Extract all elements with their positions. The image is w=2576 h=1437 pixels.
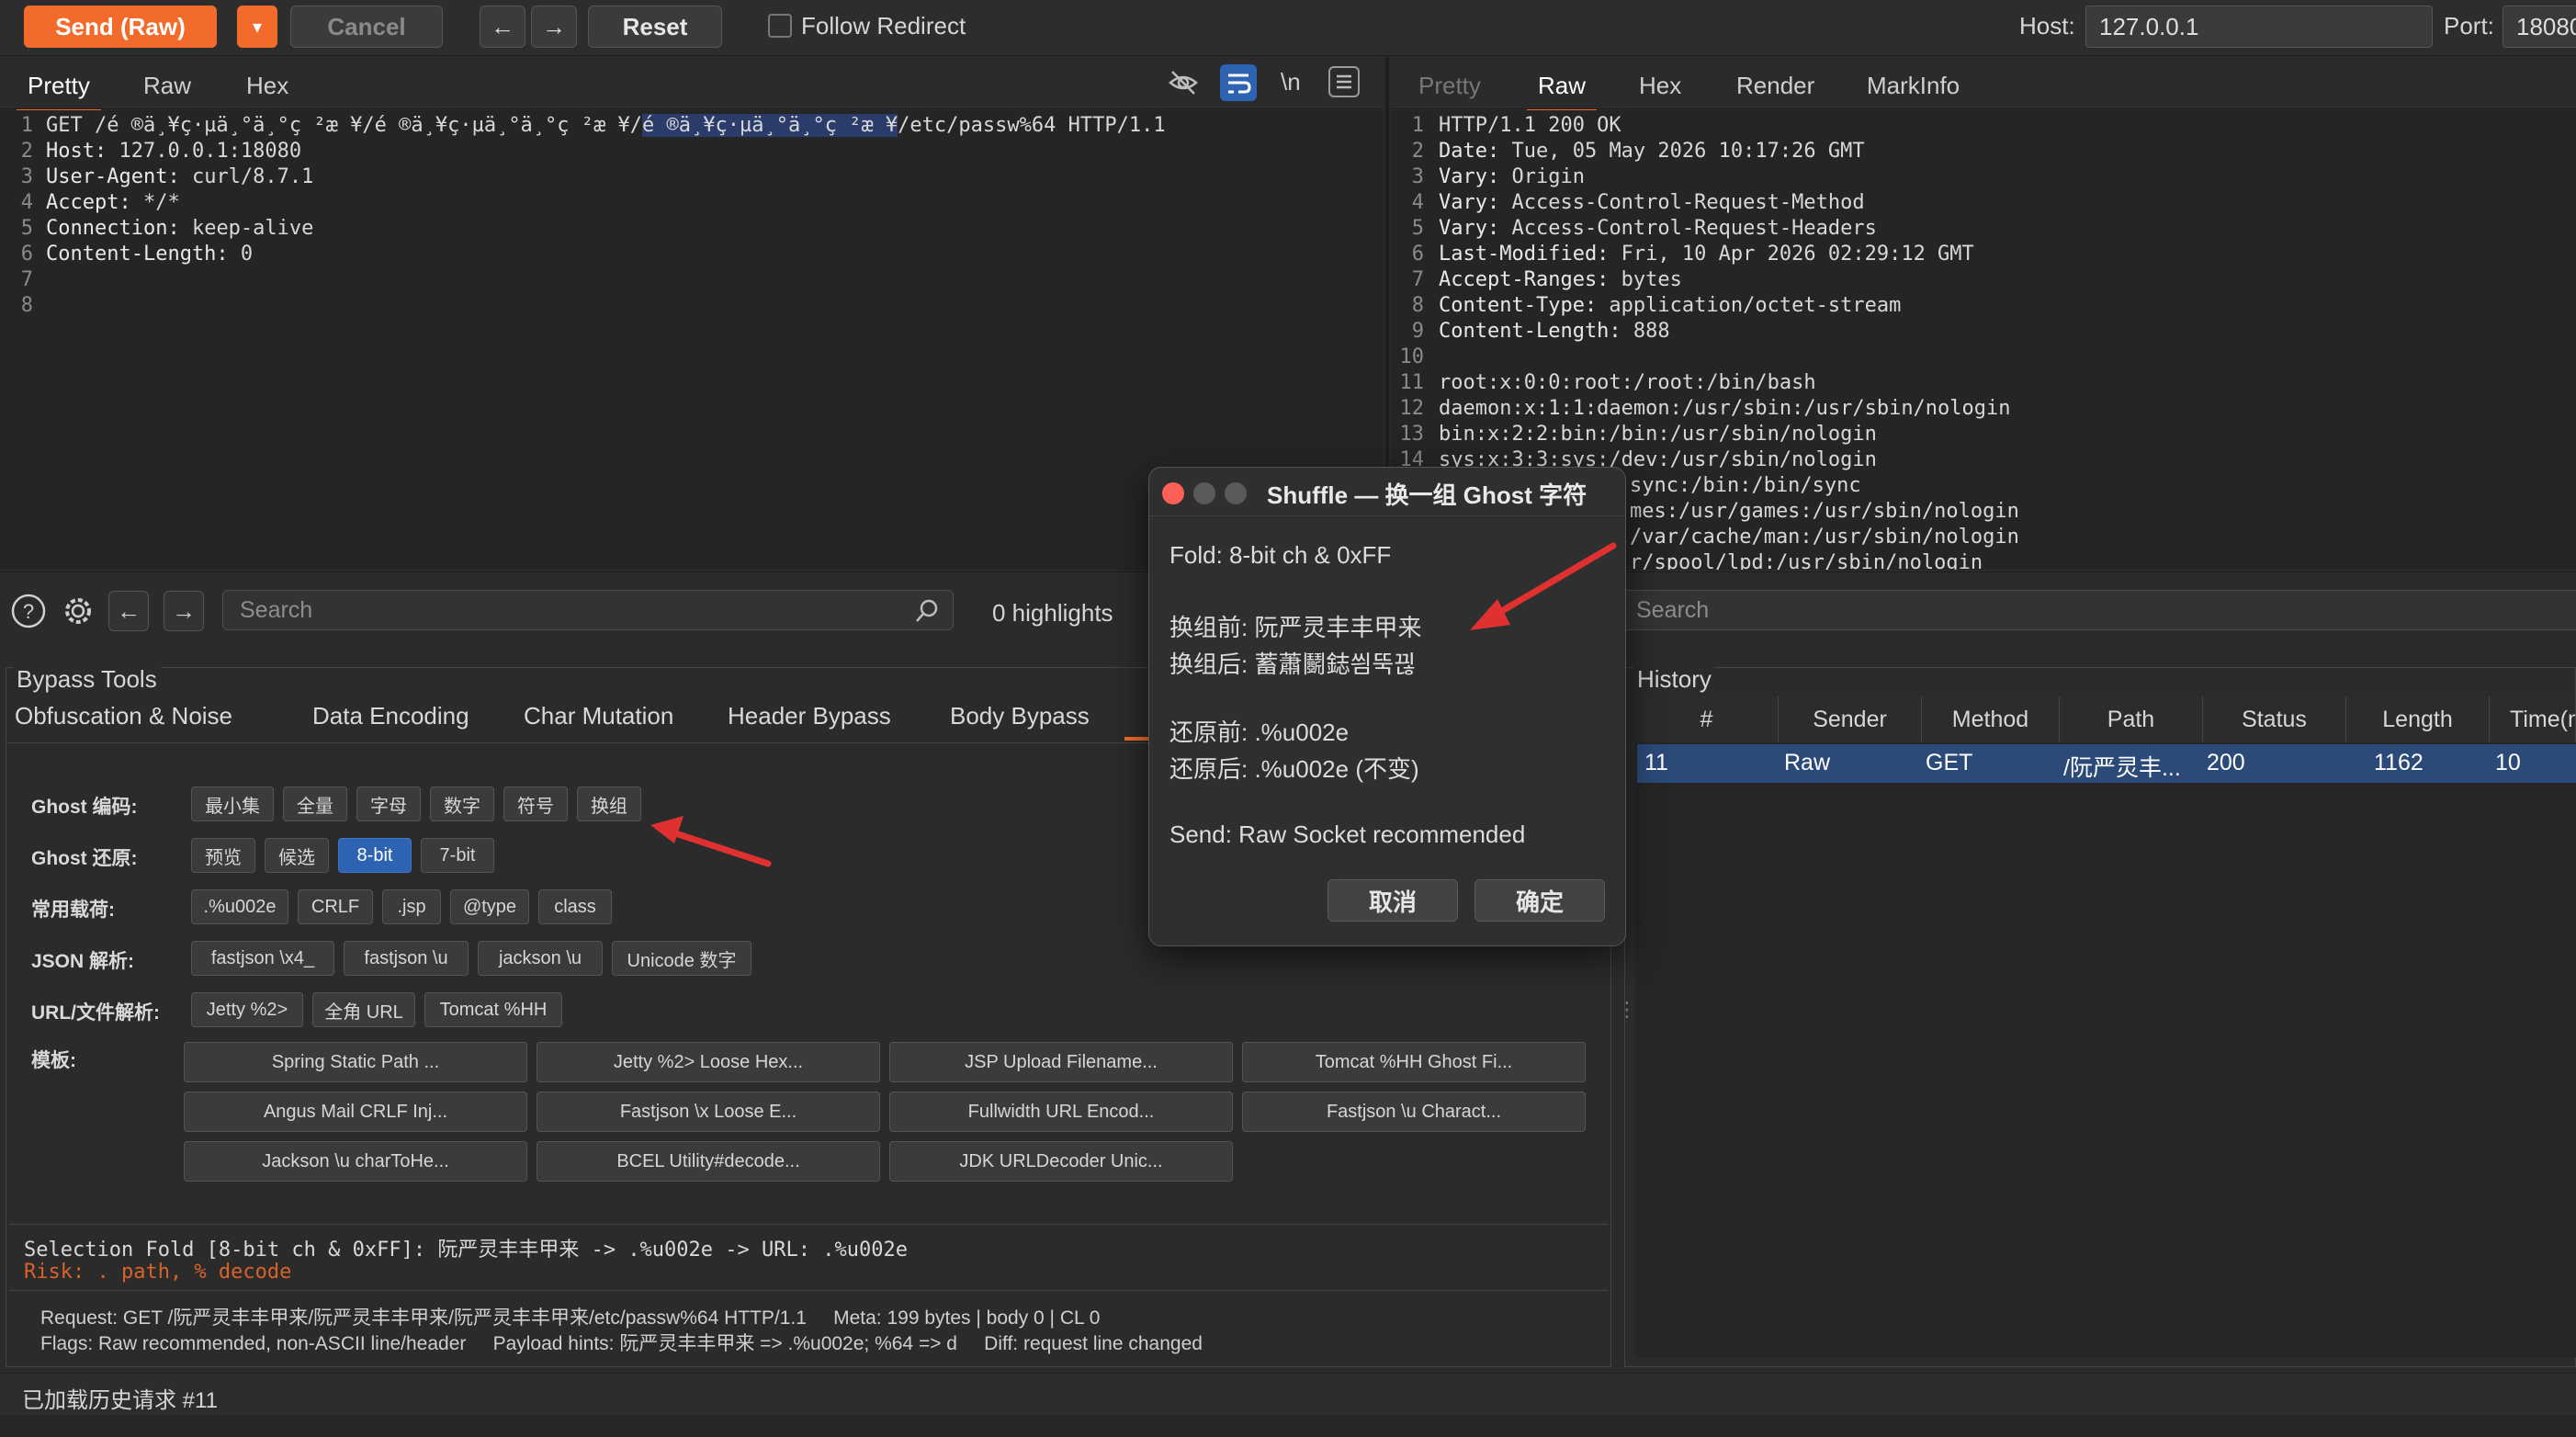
arrow-to-dialog xyxy=(1470,542,1617,630)
arrow-to-shuffle-chip xyxy=(650,816,772,867)
annotation-arrows xyxy=(650,542,1617,867)
